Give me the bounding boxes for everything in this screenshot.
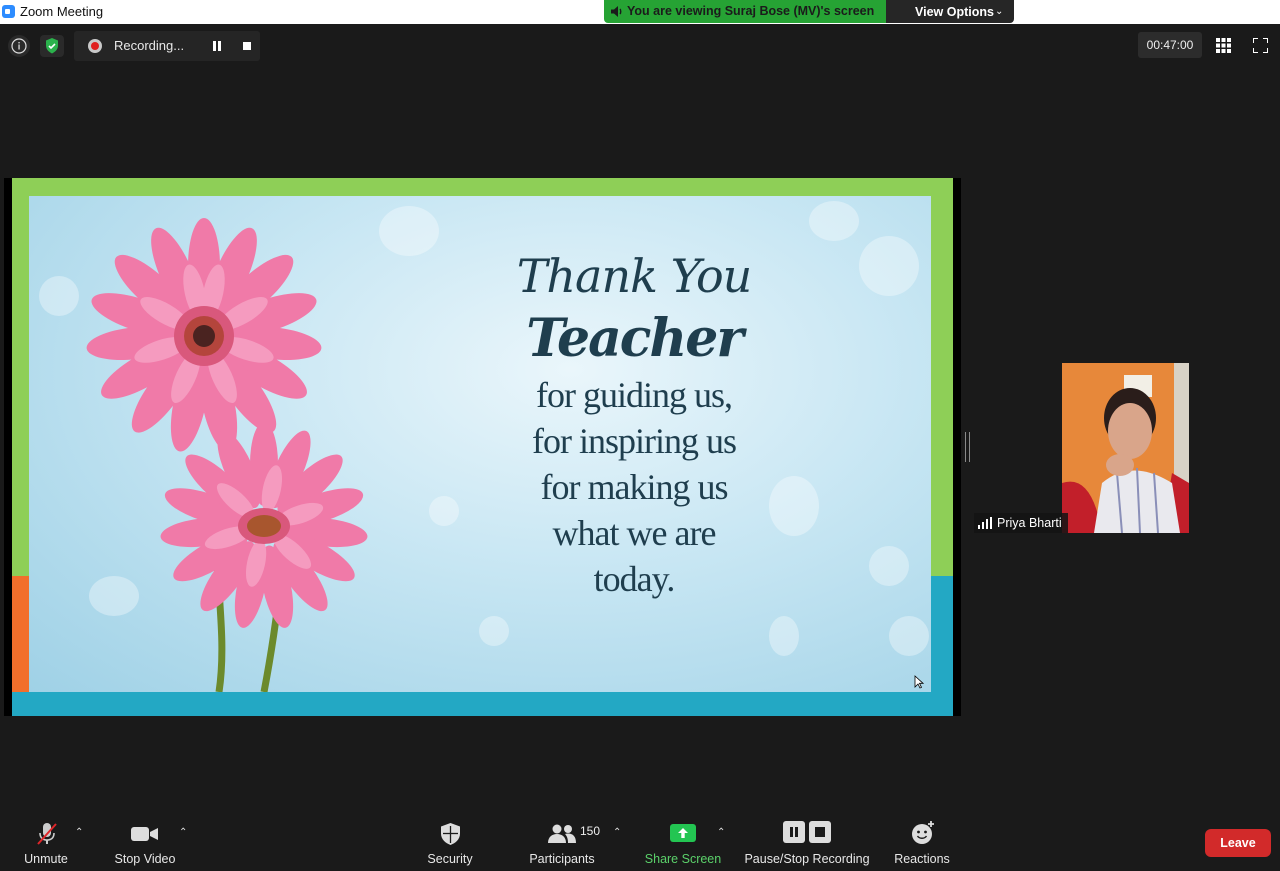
participants-icon bbox=[548, 824, 576, 843]
speaker-icon bbox=[611, 6, 622, 17]
meeting-info-button[interactable] bbox=[8, 35, 30, 57]
unmute-label: Unmute bbox=[24, 852, 68, 866]
slide-line-teacher: Teacher bbox=[526, 308, 743, 369]
security-label: Security bbox=[427, 852, 473, 866]
participant-name-tag: Priya Bharti bbox=[974, 513, 1068, 533]
participant-video-image bbox=[1062, 363, 1189, 533]
recording-indicator-icon bbox=[88, 39, 102, 53]
shared-screen: Thank You Teacher for guiding us, for in… bbox=[4, 178, 961, 716]
slide-teal-bottom bbox=[12, 692, 953, 716]
recording-label: Recording... bbox=[114, 38, 185, 53]
chevron-down-icon: ⌄ bbox=[995, 6, 1004, 17]
participants-options-caret-icon[interactable]: ⌃ bbox=[613, 827, 621, 838]
slide-line-thank-you: Thank You bbox=[516, 249, 753, 303]
viewing-banner-text: You are viewing Suraj Bose (MV)'s screen bbox=[627, 4, 875, 18]
leave-meeting-button[interactable]: Leave bbox=[1205, 829, 1271, 857]
slide-line: for making us bbox=[540, 467, 729, 507]
view-options-button[interactable]: View Options ⌄ bbox=[886, 0, 1014, 23]
audio-options-caret-icon[interactable]: ⌃ bbox=[75, 827, 83, 838]
muted-microphone-icon bbox=[37, 823, 57, 845]
unmute-button[interactable]: Unmute bbox=[14, 810, 78, 871]
slide: Thank You Teacher for guiding us, for in… bbox=[12, 178, 953, 716]
participants-button[interactable]: Participants bbox=[524, 810, 600, 871]
pause-stop-recording-label: Pause/Stop Recording bbox=[744, 852, 870, 866]
stop-video-label: Stop Video bbox=[114, 852, 176, 866]
shield-check-icon bbox=[46, 38, 58, 54]
panel-resize-handle[interactable] bbox=[965, 432, 970, 462]
stop-video-button[interactable]: Stop Video bbox=[106, 810, 184, 871]
zoom-app-icon bbox=[2, 5, 15, 18]
meeting-toolbar: Unmute ⌃ Stop Video ⌃ Security Participa… bbox=[0, 810, 1280, 871]
viewing-screen-banner: You are viewing Suraj Bose (MV)'s screen bbox=[604, 0, 886, 23]
meeting-timer: 00:47:00 bbox=[1138, 32, 1202, 58]
share-screen-icon bbox=[670, 824, 696, 842]
security-shield-icon bbox=[441, 823, 460, 845]
video-options-caret-icon[interactable]: ⌃ bbox=[179, 827, 187, 838]
recording-panel: Recording... bbox=[74, 31, 260, 61]
window-title: Zoom Meeting bbox=[20, 4, 104, 19]
slide-line: for inspiring us bbox=[532, 421, 737, 461]
share-screen-label: Share Screen bbox=[644, 852, 722, 866]
share-options-caret-icon[interactable]: ⌃ bbox=[717, 827, 725, 838]
security-button[interactable]: Security bbox=[420, 810, 480, 871]
gallery-view-icon[interactable] bbox=[1216, 38, 1231, 53]
title-bar: Zoom Meeting You are viewing Suraj Bose … bbox=[0, 0, 1280, 24]
slide-inner-panel: Thank You Teacher for guiding us, for in… bbox=[29, 196, 931, 692]
encryption-button[interactable] bbox=[40, 35, 64, 57]
reactions-button[interactable]: Reactions bbox=[890, 810, 954, 871]
slide-line: for guiding us, bbox=[536, 375, 733, 415]
slide-line: today. bbox=[593, 559, 676, 599]
participants-count: 150 bbox=[580, 824, 601, 838]
slide-line: what we are bbox=[552, 513, 717, 553]
video-camera-icon bbox=[131, 827, 158, 841]
reactions-label: Reactions bbox=[894, 852, 950, 866]
signal-strength-icon bbox=[978, 517, 992, 529]
participant-name: Priya Bharti bbox=[997, 516, 1062, 530]
fullscreen-icon[interactable] bbox=[1253, 38, 1268, 53]
pause-recording-button[interactable] bbox=[212, 41, 222, 51]
view-options-label: View Options bbox=[915, 5, 994, 19]
participants-label: Participants bbox=[529, 852, 595, 866]
smiley-reaction-icon bbox=[912, 821, 934, 844]
mouse-cursor-icon bbox=[914, 675, 924, 689]
gerbera-flowers-illustration bbox=[86, 218, 368, 692]
share-screen-button[interactable]: Share Screen bbox=[642, 810, 724, 871]
stop-recording-button[interactable] bbox=[243, 42, 251, 50]
participant-video[interactable] bbox=[1062, 363, 1189, 533]
pause-stop-recording-button[interactable]: Pause/Stop Recording bbox=[740, 810, 874, 871]
info-icon bbox=[11, 38, 27, 54]
slide-message: Thank You Teacher for guiding us, for in… bbox=[499, 246, 769, 602]
pause-stop-recording-icon bbox=[783, 821, 831, 843]
